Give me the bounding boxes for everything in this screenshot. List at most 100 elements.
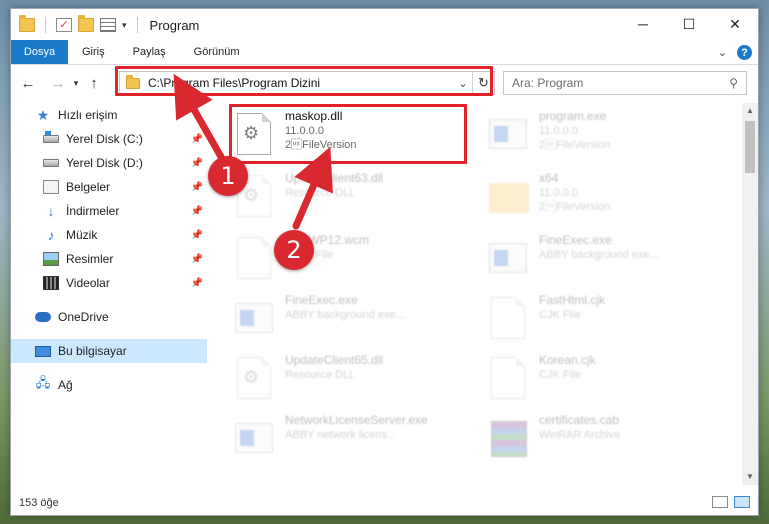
pin-icon[interactable]: 📌 [191, 206, 203, 217]
folder-icon [126, 74, 140, 89]
pin-icon[interactable]: 📌 [191, 254, 203, 265]
file-version: 11.0.0.0 [539, 125, 578, 137]
scroll-down-arrow-icon[interactable]: ▼ [742, 469, 758, 485]
file-item[interactable]: x64 11.0.0.0 2 FileVersion [487, 171, 727, 227]
file-item[interactable]: NetworkLicenseServer.exe ABBY network li… [233, 413, 473, 469]
file-name: maskop.dll [285, 109, 343, 123]
cloud-icon [35, 310, 51, 324]
file-type: ABBY network licens... [285, 429, 397, 441]
new-folder-icon[interactable] [78, 15, 94, 32]
file-name: x64 [539, 171, 559, 185]
sidebar-item-videos[interactable]: Videolar 📌 [11, 271, 207, 295]
sidebar-item-this-pc[interactable]: Bu bilgisayar [11, 339, 207, 363]
address-dropdown-chevron-icon[interactable]: ⌄ [454, 77, 472, 90]
file-item[interactable]: program.exe 11.0.0.0 2 FileVersion [487, 109, 727, 165]
pin-icon[interactable]: 📌 [191, 134, 203, 145]
sidebar-item-downloads[interactable]: ↓ İndirmeler 📌 [11, 199, 207, 223]
view-options-icon[interactable] [100, 18, 116, 32]
step-2-badge: 2 [274, 230, 314, 270]
file-version: 11.0.0.0 [285, 125, 324, 137]
pin-icon[interactable]: 📌 [191, 158, 203, 169]
sidebar-item-label: Hızlı erişim [58, 108, 118, 122]
tab-file[interactable]: Dosya [11, 40, 68, 64]
sidebar-item-pictures[interactable]: Resimler 📌 [11, 247, 207, 271]
scroll-up-arrow-icon[interactable]: ▲ [742, 103, 758, 119]
sidebar-item-quick-access[interactable]: ★ Hızlı erişim [11, 103, 207, 127]
search-input[interactable]: Ara: Program ⚲ [503, 71, 747, 95]
file-name: Korean.cjk [539, 353, 596, 367]
sidebar-item-local-disk-d[interactable]: Yerel Disk (D:) 📌 [11, 151, 207, 175]
file-item[interactable]: certificates.cab WinRAR Archive [487, 413, 727, 469]
up-arrow-icon[interactable]: ↑ [83, 75, 105, 92]
explorer-window: ✓ ▾ Program ─ ☐ ✕ Dosya Giriş Paylaş Gör… [10, 8, 759, 516]
exe-icon [487, 235, 531, 283]
pin-icon[interactable]: 📌 [191, 278, 203, 289]
quick-access-toolbar: ✓ ▾ Program [11, 15, 200, 33]
file-type: ABBY background exe... [539, 249, 659, 261]
sidebar-item-music[interactable]: ♪ Müzik 📌 [11, 223, 207, 247]
sidebar-item-label: Belgeler [66, 180, 111, 194]
file-type: CJK File [539, 309, 581, 321]
file-name: FineExec.exe [285, 293, 358, 307]
tab-view[interactable]: Görünüm [180, 40, 254, 64]
status-bar: 153 öğe [11, 491, 758, 515]
file-name: program.exe [539, 109, 607, 123]
file-item[interactable]: FineWP12.wcm WCM File [233, 233, 473, 289]
file-list: ⚙ maskop.dll 11.0.0.0 2 FileVersion prog… [207, 103, 744, 485]
file-icon [233, 235, 277, 283]
tab-home[interactable]: Giriş [68, 40, 119, 64]
help-icon[interactable]: ? [737, 45, 752, 60]
sidebar-item-label: Resimler [66, 252, 114, 266]
file-item[interactable]: FineExec.exe ABBY background exe... [233, 293, 473, 349]
refresh-icon[interactable]: ↻ [472, 72, 494, 94]
pin-icon[interactable]: 📌 [191, 230, 203, 241]
exe-icon [233, 295, 277, 343]
sidebar-item-local-disk-c[interactable]: Yerel Disk (C:) 📌 [11, 127, 207, 151]
close-button[interactable]: ✕ [712, 9, 758, 39]
ribbon-right-controls: ⌄ ? [718, 45, 752, 60]
vertical-scrollbar[interactable]: ▲ ▼ [742, 103, 758, 485]
file-icon [487, 295, 531, 343]
sidebar-item-onedrive[interactable]: OneDrive [11, 305, 207, 329]
address-bar[interactable]: C:\Program Files\Program Dizini ⌄ ↻ [119, 71, 495, 95]
exe-icon [233, 415, 277, 463]
file-description: 2 FileVersion [285, 139, 357, 151]
sidebar-item-label: Bu bilgisayar [58, 344, 127, 358]
address-path[interactable]: C:\Program Files\Program Dizini [148, 76, 454, 90]
sidebar-item-label: Ağ [58, 378, 73, 392]
file-item[interactable]: ⚙ UpdateClient63.dll Resource DLL [233, 171, 473, 227]
sidebar-item-label: OneDrive [58, 310, 109, 324]
expand-ribbon-chevron-icon[interactable]: ⌄ [718, 46, 727, 59]
customize-toolbar-dropdown-icon[interactable]: ▾ [122, 20, 127, 31]
dll-icon: ⚙ [233, 111, 277, 159]
file-item[interactable]: Korean.cjk CJK File [487, 353, 727, 409]
window-title: Program [149, 17, 200, 33]
network-icon: 🖧 [35, 375, 51, 390]
drive-icon [43, 159, 59, 167]
scrollbar-thumb[interactable] [745, 121, 755, 173]
large-icons-view-icon[interactable] [734, 496, 750, 508]
sidebar-item-network[interactable]: 🖧 Ağ [11, 373, 207, 397]
maximize-button[interactable]: ☐ [666, 9, 712, 39]
recent-locations-chevron-icon[interactable]: ▾ [69, 78, 83, 89]
details-view-icon[interactable] [712, 496, 728, 508]
file-item-selected[interactable]: ⚙ maskop.dll 11.0.0.0 2 FileVersion [233, 109, 473, 165]
file-name: NetworkLicenseServer.exe [285, 413, 428, 427]
sidebar-item-label: Yerel Disk (D:) [66, 156, 143, 170]
documents-icon [43, 180, 59, 194]
file-name: FastHtml.cjk [539, 293, 605, 307]
sidebar-item-label: Videolar [66, 276, 110, 290]
minimize-button[interactable]: ─ [620, 9, 666, 39]
file-item[interactable]: FineExec.exe ABBY background exe... [487, 233, 727, 289]
divider [136, 17, 138, 33]
sidebar-item-documents[interactable]: Belgeler 📌 [11, 175, 207, 199]
exe-icon [487, 111, 531, 159]
pin-icon[interactable]: 📌 [191, 182, 203, 193]
tab-share[interactable]: Paylaş [119, 40, 180, 64]
properties-check-icon[interactable]: ✓ [56, 18, 72, 32]
back-arrow-icon[interactable]: ← [17, 75, 39, 92]
file-description: 2 FileVersion [539, 139, 611, 151]
file-item[interactable]: ⚙ UpdateClient65.dll Resource DLL [233, 353, 473, 409]
file-item[interactable]: FastHtml.cjk CJK File [487, 293, 727, 349]
forward-arrow-icon[interactable]: → [47, 75, 69, 92]
